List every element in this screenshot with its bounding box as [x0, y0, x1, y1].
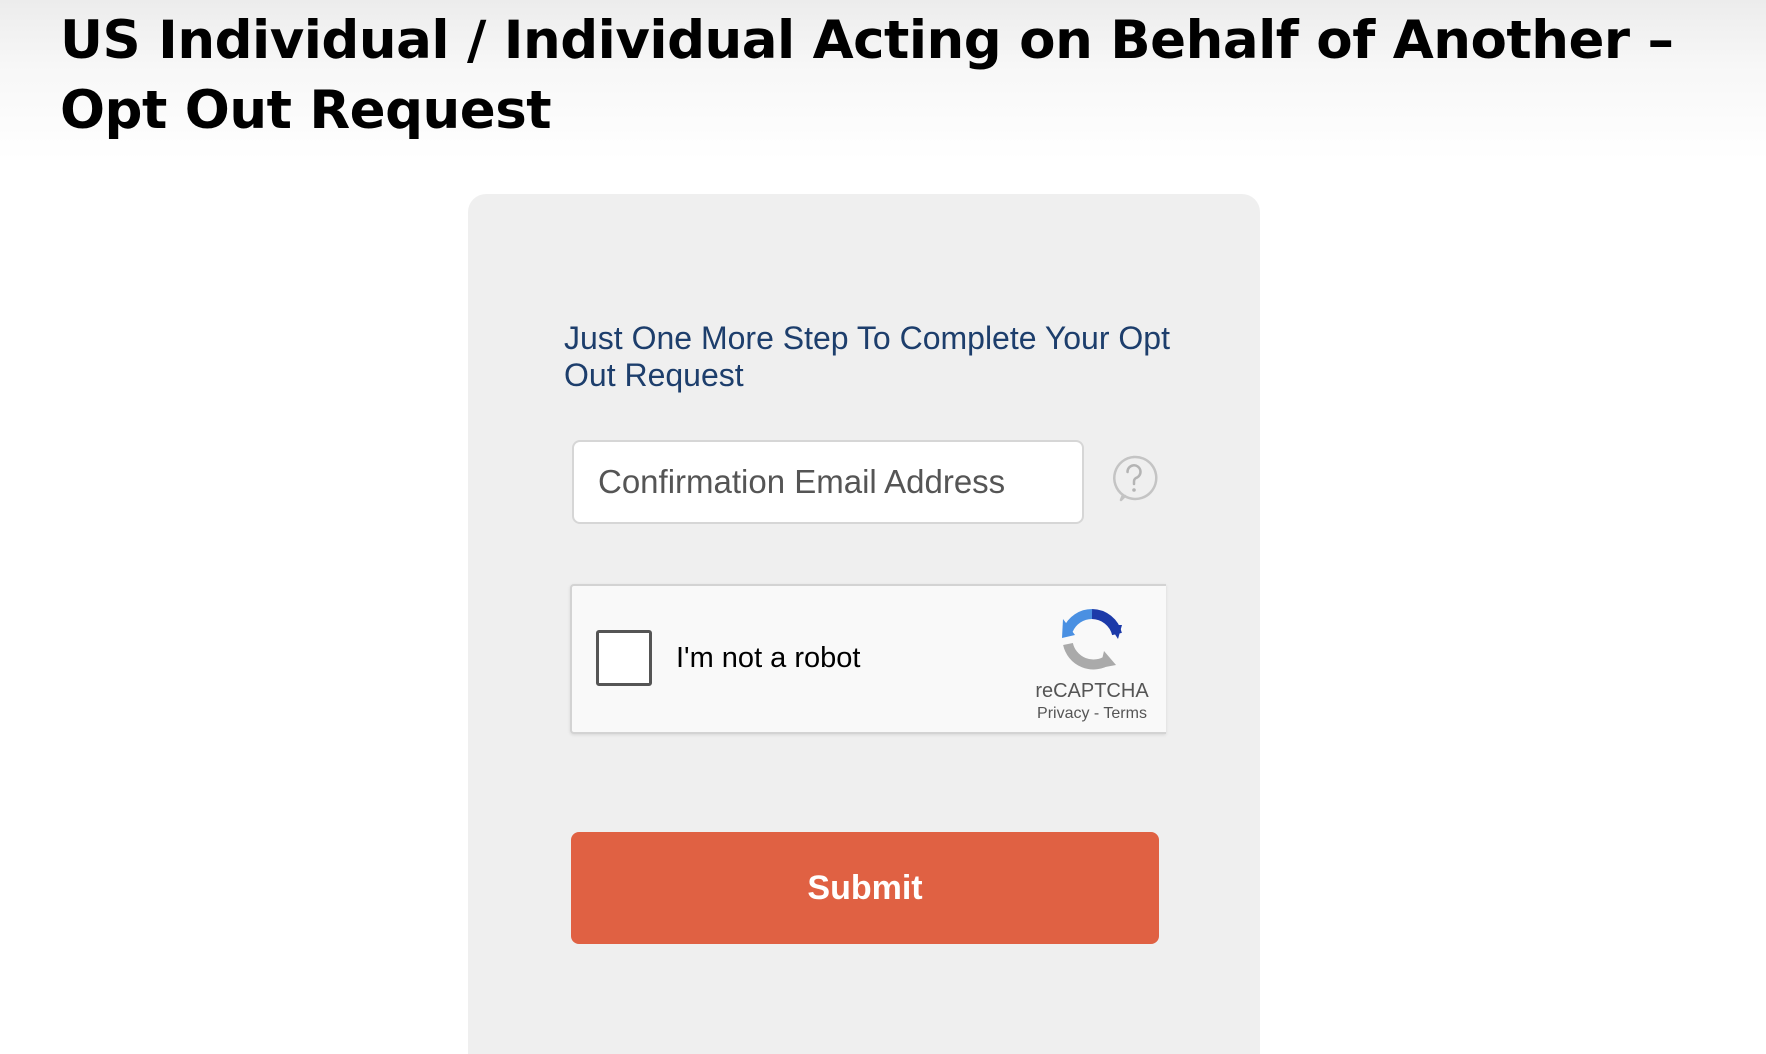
submit-button[interactable]: Submit [571, 832, 1159, 944]
recaptcha-links: Privacy - Terms [1012, 704, 1172, 724]
recaptcha-terms-link[interactable]: Terms [1103, 705, 1147, 722]
recaptcha-widget: I'm not a robot reCAPTCHA Privacy - Term… [570, 584, 1166, 734]
confirmation-email-input[interactable] [572, 440, 1084, 524]
recaptcha-checkbox[interactable] [596, 630, 652, 686]
recaptcha-label: I'm not a robot [676, 642, 861, 674]
question-circle-icon[interactable] [1110, 454, 1158, 502]
recaptcha-logo-icon [1060, 608, 1124, 672]
opt-out-form-card: Just One More Step To Complete Your Opt … [468, 194, 1260, 1054]
recaptcha-link-separator: - [1093, 705, 1100, 722]
question-circle-icon-graphic [1113, 455, 1158, 502]
recaptcha-privacy-link[interactable]: Privacy [1037, 705, 1089, 722]
page-title: US Individual / Individual Acting on Beh… [60, 10, 1674, 141]
recaptcha-brand: reCAPTCHA [1035, 680, 1149, 702]
form-heading: Just One More Step To Complete Your Opt … [564, 320, 1170, 393]
